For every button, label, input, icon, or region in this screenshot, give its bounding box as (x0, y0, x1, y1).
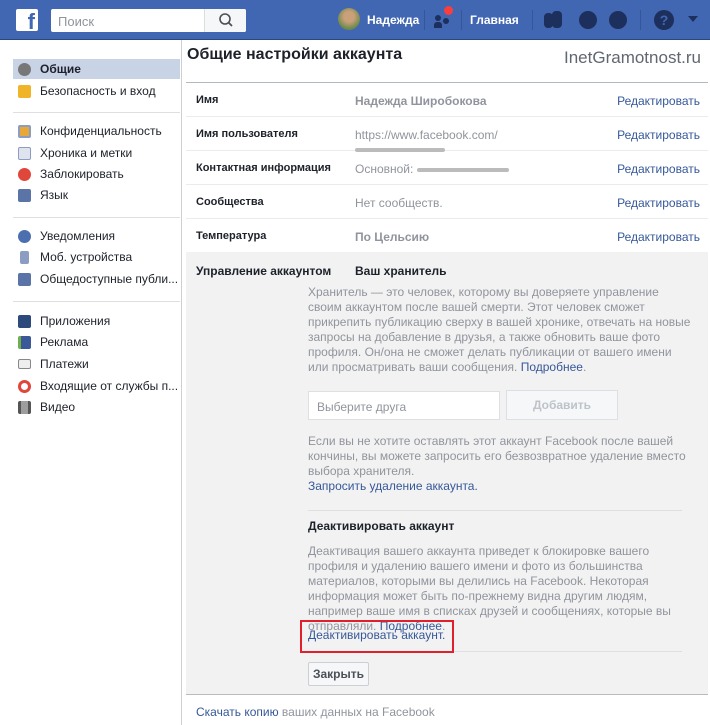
sidebar-item-label: Общие (40, 62, 81, 76)
sidebar-item-label: Общедоступные публи... (40, 272, 179, 286)
timeline-icon (18, 146, 31, 160)
account-management-panel: Управление аккаунтом Ваш хранитель Храни… (186, 252, 708, 695)
legacy-contact-title: Ваш хранитель (355, 264, 447, 278)
download-copy-link[interactable]: Скачать копию (196, 705, 279, 719)
sidebar-item-language[interactable]: Язык (13, 185, 180, 205)
download-data-footer: Скачать копию ваших данных на Facebook (196, 705, 435, 719)
row-value: По Цельсию (355, 230, 430, 244)
edit-link[interactable]: Редактировать (617, 94, 700, 108)
edit-link[interactable]: Редактировать (617, 230, 700, 244)
sidebar-item-label: Хроника и метки (40, 146, 133, 160)
settings-sidebar: Общие Безопасность и вход Конфиденциальн… (0, 40, 182, 725)
sidebar-item-label: Приложения (40, 314, 111, 328)
messenger-icon[interactable] (579, 11, 597, 29)
row-label: Сообщества (196, 196, 264, 208)
rss-icon (18, 272, 31, 286)
sidebar-item-label: Конфиденциальность (40, 124, 162, 138)
row-value: https://www.facebook.com/ (355, 128, 498, 142)
redacted-value (416, 167, 509, 172)
section-label: Управление аккаунтом (196, 264, 332, 278)
setting-row-communities: Сообщества Нет сообществ. Редактировать (186, 185, 708, 219)
sidebar-item-payments[interactable]: Платежи (13, 354, 180, 374)
avatar[interactable] (338, 8, 360, 30)
request-deletion-link[interactable]: Запросить удаление аккаунта. (308, 479, 478, 493)
block-icon (18, 167, 31, 181)
sidebar-item-label: Реклама (40, 335, 89, 349)
card-icon (18, 359, 31, 369)
sidebar-item-timeline[interactable]: Хроника и метки (13, 143, 180, 163)
edit-link[interactable]: Редактировать (617, 196, 700, 210)
edit-link[interactable]: Редактировать (617, 128, 700, 142)
learn-more-link[interactable]: Подробнее (521, 360, 583, 374)
home-link[interactable]: Главная (470, 13, 519, 27)
profile-link[interactable]: Надежда (367, 13, 419, 27)
film-icon (18, 400, 31, 414)
sidebar-item-label: Платежи (40, 357, 89, 371)
search-input[interactable]: Поиск (51, 9, 246, 32)
shield-badge-icon (18, 84, 31, 98)
chevron-down-icon[interactable] (688, 16, 698, 22)
search-icon (219, 13, 233, 27)
close-button[interactable]: Закрыть (308, 662, 369, 686)
sidebar-item-notifications[interactable]: Уведомления (13, 226, 180, 246)
row-label: Имя (196, 94, 219, 106)
friend-requests-icon[interactable] (434, 6, 453, 28)
friends-icon[interactable] (544, 11, 562, 28)
sidebar-item-label: Заблокировать (40, 167, 124, 181)
sidebar-item-general[interactable]: Общие (13, 59, 180, 79)
watermark: InetGramotnost.ru (564, 48, 702, 67)
search-placeholder: Поиск (58, 14, 95, 29)
row-value: Основной: (355, 162, 414, 176)
top-navbar: f Поиск Надежда Главная ? (0, 0, 710, 40)
row-value: Надежда Широбокова (355, 94, 487, 108)
deactivate-title: Деактивировать аккаунт (308, 519, 455, 533)
gears-icon (18, 62, 31, 76)
lock-icon (18, 124, 31, 138)
setting-row-username: Имя пользователя https://www.facebook.com… (186, 117, 708, 152)
edit-link[interactable]: Редактировать (617, 162, 700, 176)
globe-icon (18, 229, 31, 243)
legacy-contact-description: Хранитель — это человек, которому вы дов… (308, 285, 691, 374)
lifebuoy-icon (18, 379, 31, 393)
sidebar-item-label: Видео (40, 400, 76, 414)
sidebar-item-label: Язык (40, 188, 69, 202)
sidebar-item-label: Входящие от службы п... (40, 379, 179, 393)
friend-select-input[interactable]: Выберите друга (308, 391, 500, 420)
delete-account-description: Если вы не хотите оставлять этот аккаунт… (308, 434, 694, 494)
ads-icon (18, 335, 31, 349)
facebook-logo[interactable]: f (16, 9, 38, 31)
row-label: Контактная информация (196, 162, 331, 174)
sidebar-item-label: Уведомления (40, 229, 116, 243)
sidebar-item-label: Моб. устройства (40, 250, 133, 264)
sidebar-item-privacy[interactable]: Конфиденциальность (13, 121, 180, 141)
row-label: Имя пользователя (196, 128, 298, 140)
mobile-icon (20, 250, 29, 264)
sidebar-item-security[interactable]: Безопасность и вход (13, 81, 180, 101)
sidebar-item-ads[interactable]: Реклама (13, 332, 180, 352)
sidebar-item-video[interactable]: Видео (13, 397, 180, 417)
sidebar-item-apps[interactable]: Приложения (13, 311, 180, 331)
sidebar-item-public-posts[interactable]: Общедоступные публи... (13, 269, 180, 289)
help-icon[interactable]: ? (654, 10, 674, 30)
description-text: Если вы не хотите оставлять этот аккаунт… (308, 434, 686, 478)
footer-text: ваших данных на Facebook (278, 705, 435, 719)
add-button[interactable]: Добавить (506, 390, 618, 420)
search-button[interactable] (204, 9, 246, 32)
sidebar-item-support-inbox[interactable]: Входящие от службы п... (13, 376, 180, 396)
deactivate-account-link[interactable]: Деактивировать аккаунт. (308, 628, 445, 642)
sidebar-item-label: Безопасность и вход (40, 84, 156, 98)
setting-row-contact: Контактная информация Основной: Редактиро… (186, 151, 708, 185)
description-text: Хранитель — это человек, которому вы дов… (308, 285, 691, 374)
sidebar-item-mobile[interactable]: Моб. устройства (13, 247, 180, 267)
setting-row-name: Имя Надежда Широбокова Редактировать (186, 83, 708, 117)
apps-icon (18, 314, 31, 328)
row-value: Нет сообществ. (355, 196, 443, 210)
notifications-globe-icon[interactable] (609, 11, 627, 29)
page-title: Общие настройки аккаунта (187, 46, 403, 63)
sidebar-item-block[interactable]: Заблокировать (13, 164, 180, 184)
language-icon (18, 188, 31, 202)
notification-badge (444, 6, 453, 15)
row-label: Температура (196, 230, 267, 242)
setting-row-temperature: Температура По Цельсию Редактировать (186, 219, 708, 253)
